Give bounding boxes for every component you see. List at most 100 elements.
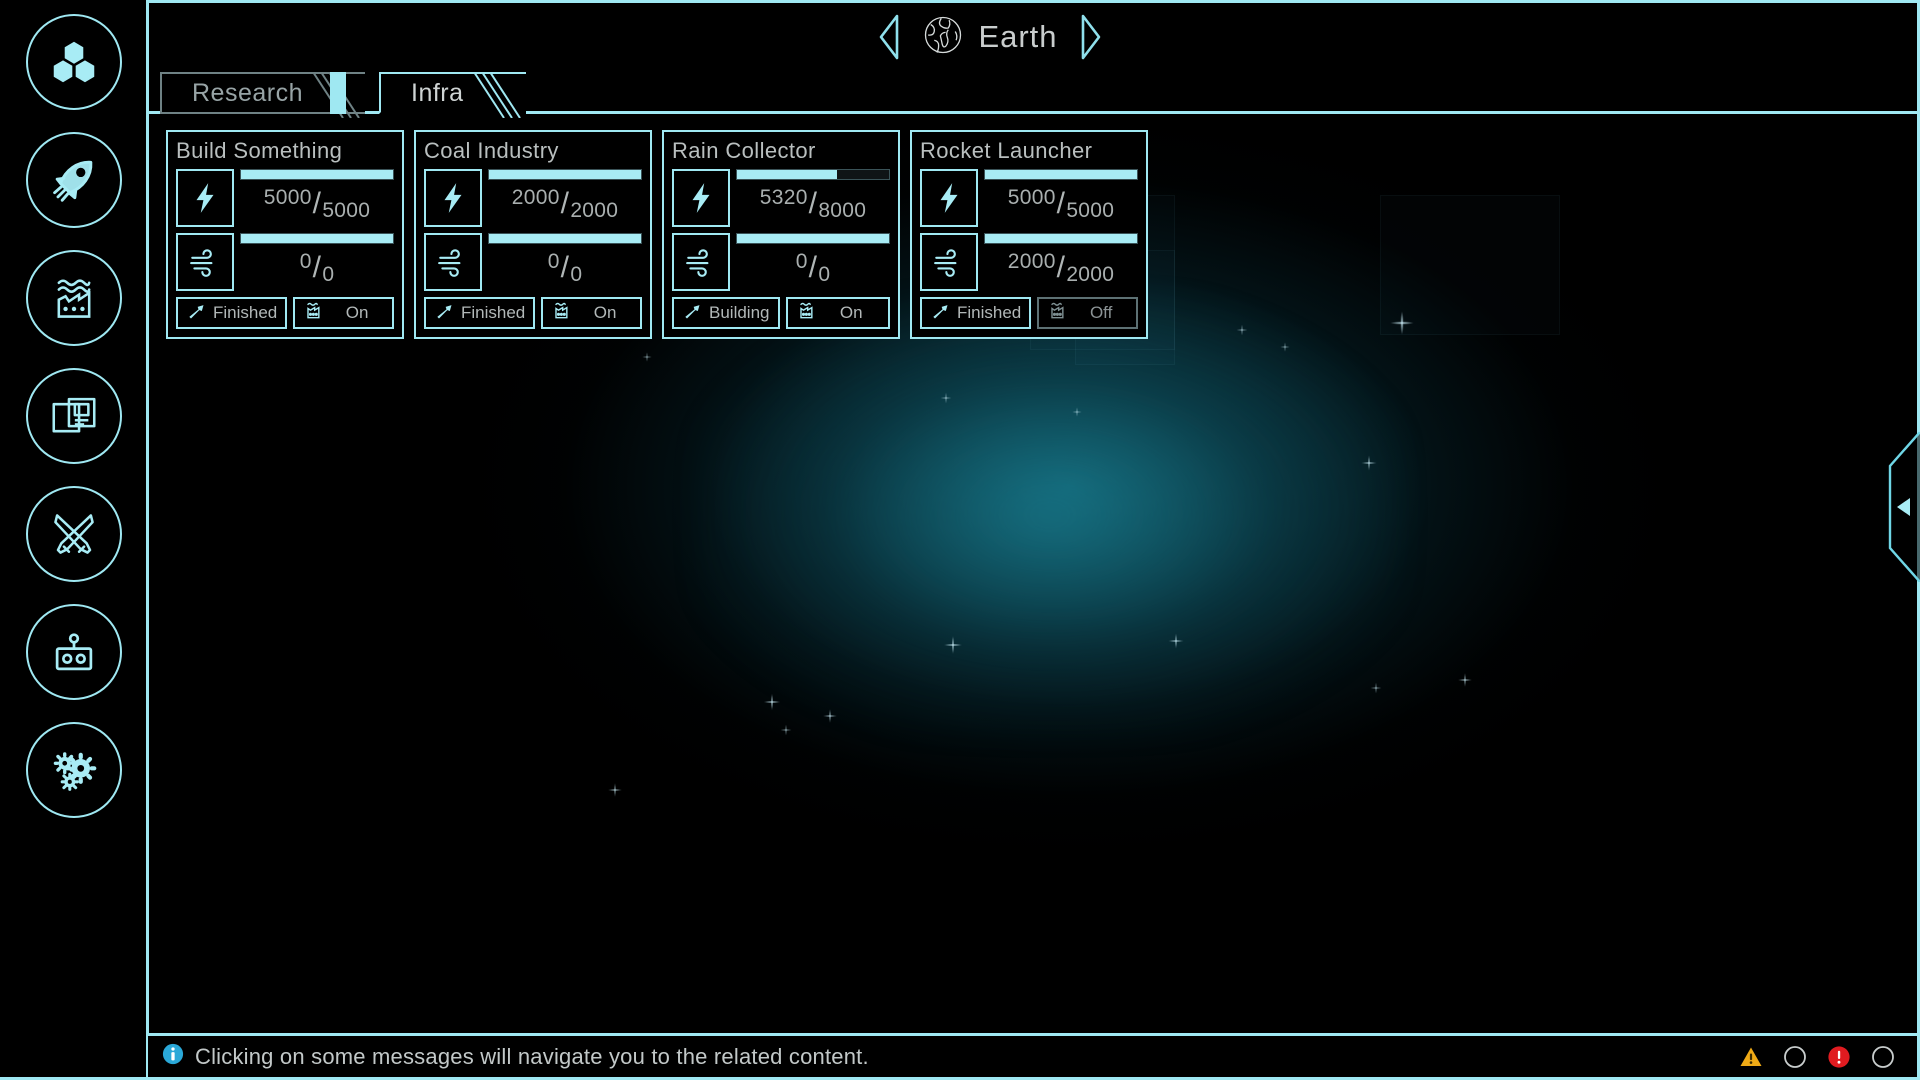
infra-card[interactable]: Coal Industry 2000 / 2000 0 / 0 Finished… (414, 130, 652, 339)
secondary-progress-bar (736, 233, 890, 244)
planet-glow-core (700, 300, 1400, 730)
star (820, 706, 840, 726)
side-panel-toggle[interactable] (1878, 431, 1920, 583)
power-amount: 5000 / 5000 (984, 180, 1138, 227)
hammer-icon (186, 301, 206, 326)
lightning-bolt-icon (424, 169, 482, 227)
power-toggle-label: On (593, 303, 617, 322)
secondary-current: 0 (547, 250, 560, 273)
sidebar-item-combat[interactable] (26, 486, 122, 582)
secondary-current: 2000 (1007, 250, 1056, 273)
star (940, 632, 966, 658)
tab-research-label: Research (192, 78, 303, 107)
power-current: 2000 (511, 186, 560, 209)
card-secondary-row: 0 / 0 (424, 233, 642, 291)
wind-icon (672, 233, 730, 291)
slash-separator: / (1056, 186, 1066, 220)
lightning-bolt-icon (672, 169, 730, 227)
star (1368, 680, 1384, 696)
sidebar-item-settings[interactable] (26, 722, 122, 818)
infra-card[interactable]: Rocket Launcher 5000 / 5000 2000 / 2000 … (910, 130, 1148, 339)
slash-separator: / (312, 250, 322, 284)
hexagon-cluster-icon (47, 35, 101, 89)
slash-separator: / (560, 186, 570, 220)
warning-triangle-icon[interactable] (1739, 1045, 1763, 1069)
hammer-icon (930, 301, 950, 326)
build-status-button[interactable]: Finished (424, 297, 536, 329)
game-screen: Earth Research Infra Build Something 500… (0, 0, 1920, 1080)
power-max: 5000 (322, 199, 371, 222)
build-status-button[interactable]: Finished (176, 297, 288, 329)
card-status-row: Finished On (176, 297, 394, 329)
documents-icon (47, 389, 101, 443)
star (778, 722, 794, 738)
secondary-current: 0 (795, 250, 808, 273)
other-circle-icon[interactable] (1871, 1045, 1895, 1069)
star (1358, 452, 1380, 474)
hammer-icon (682, 301, 702, 326)
power-toggle-button[interactable]: On (293, 297, 394, 329)
power-progress-fill (241, 170, 393, 179)
planet-display: Earth (922, 14, 1057, 61)
power-current: 5000 (1007, 186, 1056, 209)
secondary-progress-bar (240, 233, 394, 244)
frame-top-border (148, 0, 1920, 3)
build-status-label: Finished (957, 303, 1022, 322)
power-progress-bar (488, 169, 642, 180)
next-planet-button[interactable] (1076, 13, 1106, 61)
status-message[interactable]: Clicking on some messages will navigate … (162, 1043, 1739, 1070)
rocket-icon (47, 153, 101, 207)
wind-icon (424, 233, 482, 291)
notice-circle-icon[interactable] (1783, 1045, 1807, 1069)
lightning-bolt-icon (920, 169, 978, 227)
build-status-button[interactable]: Building (672, 297, 780, 329)
crossed-swords-icon (47, 507, 101, 561)
ghost-panel-b (1380, 195, 1560, 335)
infra-card[interactable]: Rain Collector 5320 / 8000 0 / 0 Buildin… (662, 130, 900, 339)
sidebar-item-space[interactable] (26, 132, 122, 228)
status-message-text: Clicking on some messages will navigate … (195, 1043, 869, 1069)
secondary-current: 0 (299, 250, 312, 273)
factory-icon (1047, 301, 1067, 326)
gears-icon (47, 743, 101, 797)
card-status-row: Finished Off (920, 297, 1138, 329)
sidebar-item-cards[interactable] (26, 368, 122, 464)
power-progress-fill (737, 170, 838, 179)
power-max: 8000 (818, 199, 867, 222)
star (1385, 306, 1419, 340)
sidebar-item-production[interactable] (26, 250, 122, 346)
robot-icon (47, 625, 101, 679)
power-amount: 2000 / 2000 (488, 180, 642, 227)
power-toggle-button[interactable]: Off (1037, 297, 1138, 329)
factory-icon (303, 301, 323, 326)
secondary-progress-bar (984, 233, 1138, 244)
secondary-progress-fill (489, 234, 641, 243)
status-bar: Clicking on some messages will navigate … (148, 1033, 1917, 1077)
star (1070, 405, 1084, 419)
card-status-row: Building On (672, 297, 890, 329)
secondary-amount: 2000 / 2000 (984, 244, 1138, 291)
card-secondary-row: 0 / 0 (672, 233, 890, 291)
prev-planet-button[interactable] (874, 13, 904, 61)
build-status-button[interactable]: Finished (920, 297, 1032, 329)
hammer-icon (434, 301, 454, 326)
planet-navigator: Earth (820, 6, 1160, 68)
power-toggle-button[interactable]: On (541, 297, 642, 329)
infra-card[interactable]: Build Something 5000 / 5000 0 / 0 Finish… (166, 130, 404, 339)
power-progress-bar (240, 169, 394, 180)
planet-name: Earth (978, 19, 1058, 54)
power-progress-fill (985, 170, 1137, 179)
star (605, 780, 625, 800)
card-secondary-row: 0 / 0 (176, 233, 394, 291)
power-toggle-button[interactable]: On (785, 297, 890, 329)
star (640, 350, 654, 364)
power-amount: 5000 / 5000 (240, 180, 394, 227)
sidebar-item-robots[interactable] (26, 604, 122, 700)
tab-infra[interactable]: Infra (379, 72, 526, 118)
error-circle-icon[interactable] (1827, 1045, 1851, 1069)
sidebar-item-resources[interactable] (26, 14, 122, 110)
power-toggle-label: On (839, 303, 863, 322)
star (938, 390, 954, 406)
card-title: Rocket Launcher (920, 138, 1093, 163)
infra-card-list: Build Something 5000 / 5000 0 / 0 Finish… (166, 130, 1148, 339)
